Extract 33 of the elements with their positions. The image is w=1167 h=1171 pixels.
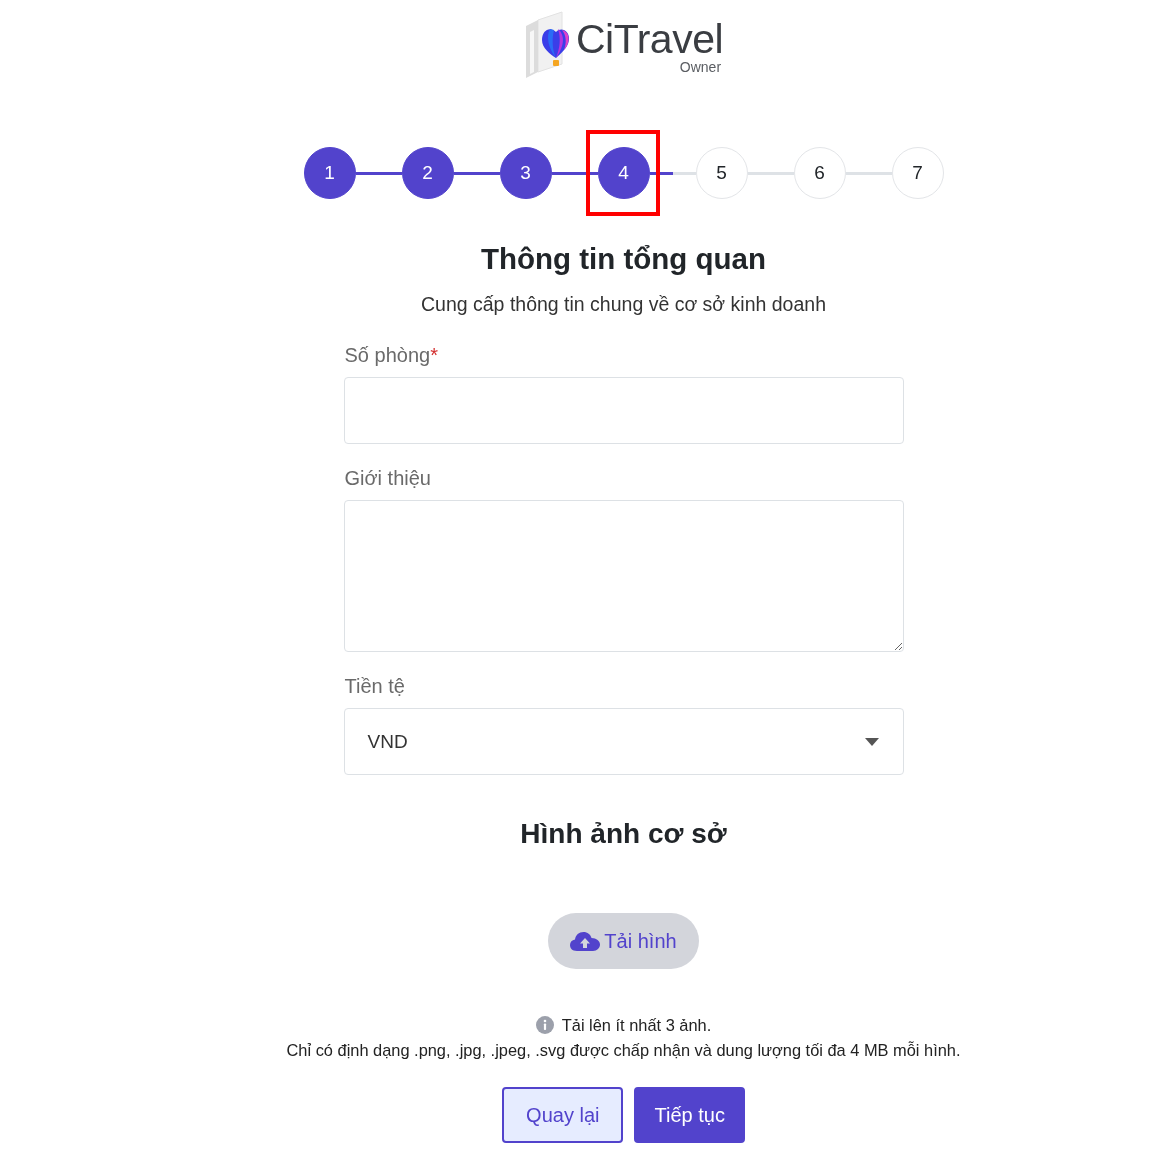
- back-button[interactable]: Quay lại: [502, 1087, 624, 1143]
- balloon-logo-icon: [523, 10, 572, 80]
- upload-note: Tải lên ít nhất 3 ảnh.: [561, 1015, 712, 1036]
- logo-text: CiTravel: [575, 19, 724, 59]
- section-title: Hình ảnh cơ sở: [520, 817, 727, 851]
- step-circle: 6: [793, 147, 846, 199]
- textarea-field[interactable]: [343, 500, 904, 652]
- step-circle: 7: [891, 147, 944, 199]
- upload-button[interactable]: Tải hình: [548, 913, 699, 969]
- connector-line: [453, 171, 500, 175]
- step-circle: 4: [597, 147, 650, 199]
- currency-select[interactable]: VND: [343, 708, 904, 775]
- step-circle: 5: [695, 147, 748, 199]
- section-subtitle: Cung cấp thông tin chung về cơ sở kinh doanh: [421, 292, 826, 316]
- caret-icon: [864, 737, 879, 746]
- step-circle: 3: [499, 147, 552, 199]
- connector-line: [355, 171, 402, 175]
- continue-button[interactable]: Tiếp tục: [634, 1087, 745, 1143]
- field-label: Tiền tệ: [344, 675, 405, 697]
- logo-subtitle: Owner: [679, 59, 722, 75]
- required-mark: *: [430, 344, 438, 366]
- connector-line: [845, 171, 892, 175]
- field-label: Giới thiệu: [344, 467, 431, 489]
- step-circle: 2: [401, 147, 454, 199]
- step-circle: 1: [303, 147, 356, 199]
- connector-line: [747, 171, 794, 175]
- upload-requirements: Chỉ có định dạng .png, .jpg, .jpeg, .svg được chấp nhận và dung lượng tối đa 4 MB mỗi hình.: [286, 1040, 961, 1061]
- info-icon: [535, 1016, 554, 1034]
- section-title: Thông tin tổng quan: [480, 242, 767, 276]
- input-field[interactable]: [343, 377, 904, 444]
- field-label: Số phòng: [344, 344, 431, 366]
- cloud-upload-icon: [570, 931, 601, 951]
- connector-line: [551, 171, 598, 175]
